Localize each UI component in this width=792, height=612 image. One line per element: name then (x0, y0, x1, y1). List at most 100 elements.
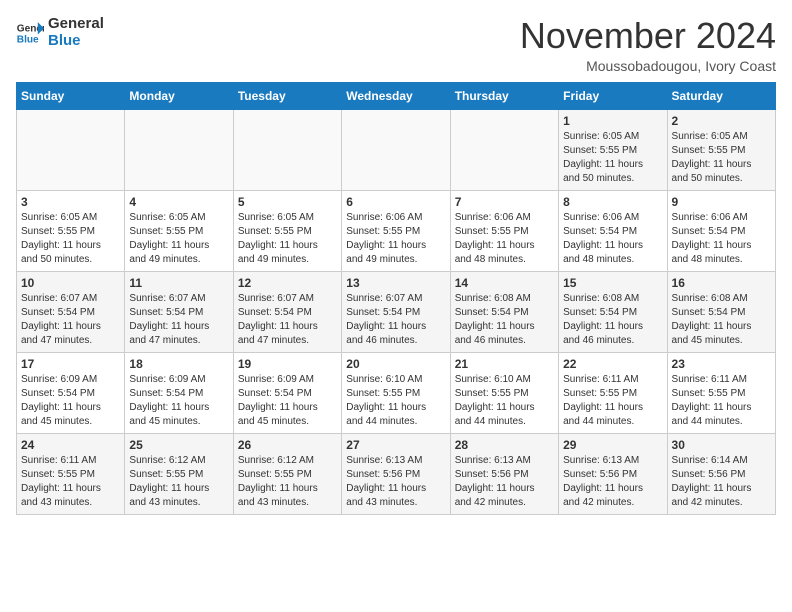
day-number: 17 (21, 357, 120, 371)
calendar-cell: 8Sunrise: 6:06 AMSunset: 5:54 PMDaylight… (559, 190, 667, 271)
calendar-week-3: 10 Sunrise: 6:07 AMSunset: 5:54 PMDayligh… (17, 271, 776, 352)
calendar-cell: 2 Sunrise: 6:05 AMSunset: 5:55 PMDaylight… (667, 109, 775, 190)
calendar-cell (233, 109, 341, 190)
calendar-cell: 18Sunrise: 6:09 AMSunset: 5:54 PMDayligh… (125, 352, 233, 433)
calendar-cell: 20 Sunrise: 6:10 AMSunset: 5:55 PMDayligh… (342, 352, 450, 433)
day-number: 15 (563, 276, 662, 290)
day-info: Sunrise: 6:08 AMSunset: 5:54 PMDaylight:… (563, 292, 662, 348)
day-info: Sunrise: 6:05 AMSunset: 5:55 PMDaylight:… (21, 211, 120, 267)
calendar-cell: 26 Sunrise: 6:12 AMSunset: 5:55 PMDayligh… (233, 433, 341, 514)
calendar-cell: 25 Sunrise: 6:12 AMSunset: 5:55 PMDayligh… (125, 433, 233, 514)
calendar-cell: 27 Sunrise: 6:13 AMSunset: 5:56 PMDayligh… (342, 433, 450, 514)
day-info: Sunrise: 6:11 AMSunset: 5:55 PMDaylight:… (21, 454, 120, 510)
day-number: 26 (238, 438, 337, 452)
day-number: 5 (238, 195, 337, 209)
svg-text:Blue: Blue (17, 34, 39, 45)
day-number: 8 (563, 195, 662, 209)
weekday-header-row: SundayMondayTuesdayWednesdayThursdayFrid… (17, 82, 776, 109)
day-info: Sunrise: 6:09 AMSunset: 5:54 PMDaylight:… (21, 373, 120, 429)
day-number: 9 (672, 195, 771, 209)
logo: General Blue General Blue (16, 16, 104, 49)
day-number: 7 (455, 195, 554, 209)
day-info: Sunrise: 6:09 AMSunset: 5:54 PMDaylight:… (238, 373, 337, 429)
calendar-cell: 1Sunrise: 6:05 AMSunset: 5:55 PMDaylight… (559, 109, 667, 190)
calendar-week-5: 24Sunrise: 6:11 AMSunset: 5:55 PMDayligh… (17, 433, 776, 514)
day-number: 14 (455, 276, 554, 290)
day-info: Sunrise: 6:07 AMSunset: 5:54 PMDaylight:… (21, 292, 120, 348)
day-number: 3 (21, 195, 120, 209)
day-number: 6 (346, 195, 445, 209)
day-number: 2 (672, 114, 771, 128)
calendar-cell (17, 109, 125, 190)
calendar-cell: 11Sunrise: 6:07 AMSunset: 5:54 PMDayligh… (125, 271, 233, 352)
calendar-cell: 13 Sunrise: 6:07 AMSunset: 5:54 PMDayligh… (342, 271, 450, 352)
day-info: Sunrise: 6:05 AMSunset: 5:55 PMDaylight:… (672, 130, 771, 186)
day-number: 22 (563, 357, 662, 371)
day-info: Sunrise: 6:13 AMSunset: 5:56 PMDaylight:… (455, 454, 554, 510)
weekday-header-saturday: Saturday (667, 82, 775, 109)
calendar-cell: 16Sunrise: 6:08 AMSunset: 5:54 PMDayligh… (667, 271, 775, 352)
calendar-cell: 4Sunrise: 6:05 AMSunset: 5:55 PMDaylight… (125, 190, 233, 271)
day-info: Sunrise: 6:11 AMSunset: 5:55 PMDaylight:… (672, 373, 771, 429)
weekday-header-friday: Friday (559, 82, 667, 109)
calendar-body: 1 Sunrise: 6:05 AMSunset: 5:55 PMDaylight… (17, 109, 776, 514)
day-info: Sunrise: 6:08 AMSunset: 5:54 PMDaylight:… (455, 292, 554, 348)
day-info: Sunrise: 6:14 AMSunset: 5:56 PMDaylight:… (672, 454, 771, 510)
day-number: 30 (672, 438, 771, 452)
day-info: Sunrise: 6:06 AMSunset: 5:55 PMDaylight:… (455, 211, 554, 267)
location: Moussobadougou, Ivory Coast (520, 58, 776, 74)
day-info: Sunrise: 6:13 AMSunset: 5:56 PMDaylight:… (346, 454, 445, 510)
calendar-week-4: 17 Sunrise: 6:09 AMSunset: 5:54 PMDayligh… (17, 352, 776, 433)
calendar-cell: 19 Sunrise: 6:09 AMSunset: 5:54 PMDayligh… (233, 352, 341, 433)
day-info: Sunrise: 6:07 AMSunset: 5:54 PMDaylight:… (129, 292, 228, 348)
logo-general: General (48, 16, 104, 33)
calendar-cell (450, 109, 558, 190)
calendar-cell: 7 Sunrise: 6:06 AMSunset: 5:55 PMDaylight… (450, 190, 558, 271)
day-info: Sunrise: 6:05 AMSunset: 5:55 PMDaylight:… (129, 211, 228, 267)
calendar-cell (342, 109, 450, 190)
calendar-cell: 23 Sunrise: 6:11 AMSunset: 5:55 PMDayligh… (667, 352, 775, 433)
day-number: 21 (455, 357, 554, 371)
day-number: 13 (346, 276, 445, 290)
calendar-cell: 6 Sunrise: 6:06 AMSunset: 5:55 PMDaylight… (342, 190, 450, 271)
day-number: 28 (455, 438, 554, 452)
day-info: Sunrise: 6:12 AMSunset: 5:55 PMDaylight:… (129, 454, 228, 510)
day-info: Sunrise: 6:09 AMSunset: 5:54 PMDaylight:… (129, 373, 228, 429)
month-title: November 2024 (520, 16, 776, 56)
day-info: Sunrise: 6:12 AMSunset: 5:55 PMDaylight:… (238, 454, 337, 510)
title-block: November 2024 Moussobadougou, Ivory Coas… (520, 16, 776, 74)
day-number: 23 (672, 357, 771, 371)
day-number: 27 (346, 438, 445, 452)
day-info: Sunrise: 6:10 AMSunset: 5:55 PMDaylight:… (455, 373, 554, 429)
weekday-header-wednesday: Wednesday (342, 82, 450, 109)
weekday-header-tuesday: Tuesday (233, 82, 341, 109)
calendar-cell: 10 Sunrise: 6:07 AMSunset: 5:54 PMDayligh… (17, 271, 125, 352)
day-info: Sunrise: 6:10 AMSunset: 5:55 PMDaylight:… (346, 373, 445, 429)
day-info: Sunrise: 6:05 AMSunset: 5:55 PMDaylight:… (238, 211, 337, 267)
calendar-week-1: 1 Sunrise: 6:05 AMSunset: 5:55 PMDaylight… (17, 109, 776, 190)
calendar-cell: 9 Sunrise: 6:06 AMSunset: 5:54 PMDaylight… (667, 190, 775, 271)
day-number: 25 (129, 438, 228, 452)
day-number: 29 (563, 438, 662, 452)
logo-blue: Blue (48, 33, 104, 50)
day-number: 16 (672, 276, 771, 290)
calendar-cell: 3 Sunrise: 6:05 AMSunset: 5:55 PMDaylight… (17, 190, 125, 271)
day-number: 1 (563, 114, 662, 128)
day-info: Sunrise: 6:07 AMSunset: 5:54 PMDaylight:… (346, 292, 445, 348)
logo-icon: General Blue (16, 19, 44, 47)
day-number: 19 (238, 357, 337, 371)
calendar-header: SundayMondayTuesdayWednesdayThursdayFrid… (17, 82, 776, 109)
calendar-cell: 30 Sunrise: 6:14 AMSunset: 5:56 PMDayligh… (667, 433, 775, 514)
day-info: Sunrise: 6:06 AMSunset: 5:54 PMDaylight:… (672, 211, 771, 267)
day-number: 10 (21, 276, 120, 290)
weekday-header-sunday: Sunday (17, 82, 125, 109)
day-number: 20 (346, 357, 445, 371)
calendar-cell: 15 Sunrise: 6:08 AMSunset: 5:54 PMDayligh… (559, 271, 667, 352)
page-header: General Blue General Blue November 2024 … (16, 16, 776, 74)
day-info: Sunrise: 6:07 AMSunset: 5:54 PMDaylight:… (238, 292, 337, 348)
day-info: Sunrise: 6:11 AMSunset: 5:55 PMDaylight:… (563, 373, 662, 429)
calendar-cell: 17 Sunrise: 6:09 AMSunset: 5:54 PMDayligh… (17, 352, 125, 433)
calendar-cell: 24Sunrise: 6:11 AMSunset: 5:55 PMDayligh… (17, 433, 125, 514)
calendar-cell: 29Sunrise: 6:13 AMSunset: 5:56 PMDayligh… (559, 433, 667, 514)
day-info: Sunrise: 6:06 AMSunset: 5:55 PMDaylight:… (346, 211, 445, 267)
